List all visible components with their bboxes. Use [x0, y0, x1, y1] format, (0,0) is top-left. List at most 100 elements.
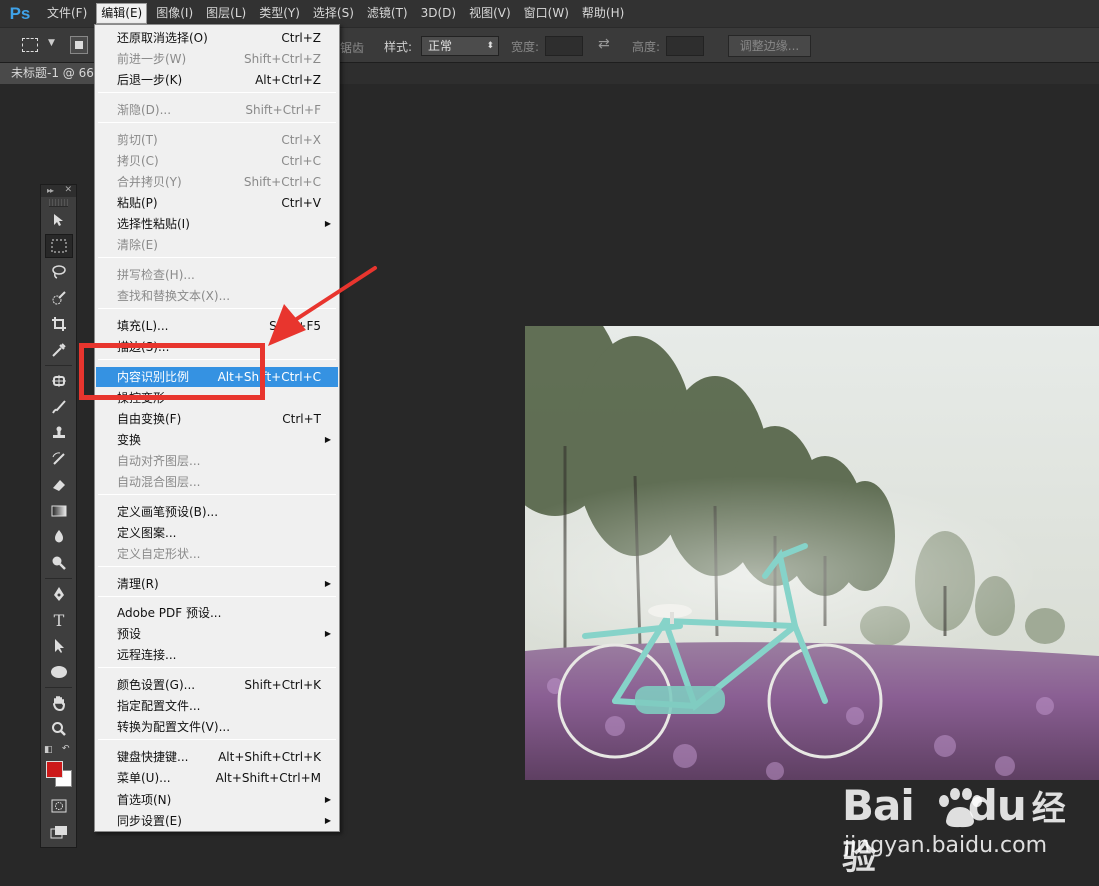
- default-colors-icon[interactable]: ◧: [44, 745, 53, 755]
- menu-3d[interactable]: 3D(D): [417, 3, 460, 24]
- menu-item-shortcut: Shift+Ctrl+K: [244, 678, 321, 692]
- menu-item-copy-merged[interactable]: 合并拷贝(Y) Shift+Ctrl+C: [96, 172, 338, 192]
- menu-item-presets[interactable]: 预设 ▶: [96, 624, 338, 644]
- menu-item-fill[interactable]: 填充(L)... Shift+F5: [96, 316, 338, 336]
- menu-item-convert-profile[interactable]: 转换为配置文件(V)...: [96, 717, 338, 737]
- menu-item-define-pattern[interactable]: 定义图案...: [96, 523, 338, 543]
- foreground-color[interactable]: [46, 761, 63, 778]
- menu-item-keyboard-shortcuts[interactable]: 键盘快捷键... Alt+Shift+Ctrl+K: [96, 747, 338, 767]
- eyedropper-icon[interactable]: [45, 338, 73, 362]
- menu-item-shortcut: Ctrl+V: [281, 196, 321, 210]
- move-icon[interactable]: [45, 208, 73, 232]
- menu-item-step-forward[interactable]: 前进一步(W) Shift+Ctrl+Z: [96, 49, 338, 69]
- menu-item-label: Adobe PDF 预设...: [117, 606, 222, 620]
- annotation-highlight-box: [79, 343, 265, 400]
- menu-type[interactable]: 类型(Y): [255, 3, 304, 24]
- menu-item-paste[interactable]: 粘贴(P) Ctrl+V: [96, 193, 338, 213]
- history-brush-icon[interactable]: [45, 447, 73, 471]
- menu-filter[interactable]: 滤镜(T): [363, 3, 412, 24]
- spot-heal-icon[interactable]: [45, 369, 73, 393]
- menu-item-spell-check[interactable]: 拼写检查(H)...: [96, 265, 338, 285]
- menu-help[interactable]: 帮助(H): [578, 3, 628, 24]
- path-select-icon[interactable]: [45, 634, 73, 658]
- menu-item-preferences[interactable]: 首选项(N) ▶: [96, 790, 338, 810]
- menu-item-copy[interactable]: 拷贝(C) Ctrl+C: [96, 151, 338, 171]
- menu-item-color-settings[interactable]: 颜色设置(G)... Shift+Ctrl+K: [96, 675, 338, 695]
- menu-item-transform[interactable]: 变换 ▶: [96, 430, 338, 450]
- menu-item-shortcut: Alt+Shift+Ctrl+M: [215, 771, 321, 785]
- menu-item-sync-settings[interactable]: 同步设置(E) ▶: [96, 811, 338, 831]
- swap-colors-icon[interactable]: ↶: [62, 744, 70, 754]
- menu-file[interactable]: 文件(F): [43, 3, 91, 24]
- menu-item-label: 填充(L)...: [117, 319, 169, 333]
- crop-icon[interactable]: [45, 312, 73, 336]
- document-tab[interactable]: 未标题-1 @ 66.: [0, 63, 100, 84]
- quick-select-icon[interactable]: [45, 286, 73, 310]
- menu-item-define-shape[interactable]: 定义自定形状...: [96, 544, 338, 564]
- menu-item-fade[interactable]: 渐隐(D)... Shift+Ctrl+F: [96, 100, 338, 120]
- menu-window[interactable]: 窗口(W): [520, 3, 573, 24]
- menu-item-assign-profile[interactable]: 指定配置文件...: [96, 696, 338, 716]
- marquee-icon[interactable]: [45, 234, 73, 258]
- stamp-icon[interactable]: [45, 421, 73, 445]
- menu-item-pdf-presets[interactable]: Adobe PDF 预设...: [96, 603, 338, 623]
- screen-mode-icon[interactable]: [45, 820, 73, 844]
- refine-edge-button[interactable]: 调整边缘...: [728, 35, 811, 57]
- menu-item-undo[interactable]: 还原取消选择(O) Ctrl+Z: [96, 28, 338, 48]
- menu-edit[interactable]: 编辑(E): [96, 3, 148, 24]
- close-icon[interactable]: ✕: [64, 185, 72, 195]
- zoom-icon[interactable]: [45, 717, 73, 741]
- quick-mask-icon[interactable]: [45, 794, 73, 818]
- ps-logo[interactable]: Ps: [2, 0, 38, 27]
- blur-icon[interactable]: [45, 525, 73, 549]
- menu-item-clear[interactable]: 清除(E): [96, 235, 338, 255]
- menu-item-shortcut: Ctrl+Z: [281, 31, 321, 45]
- gradient-icon[interactable]: [45, 499, 73, 523]
- menu-item-free-transform[interactable]: 自由变换(F) Ctrl+T: [96, 409, 338, 429]
- eraser-icon[interactable]: [45, 473, 73, 497]
- ellipse-icon[interactable]: [45, 660, 73, 684]
- menu-view[interactable]: 视图(V): [465, 3, 515, 24]
- menu-item-label: 合并拷贝(Y): [117, 175, 182, 189]
- menu-item-shortcut: Shift+Ctrl+C: [243, 175, 321, 189]
- menu-divider: [98, 308, 336, 309]
- menu-item-cut[interactable]: 剪切(T) Ctrl+X: [96, 130, 338, 150]
- menu-item-label: 定义自定形状...: [117, 547, 201, 561]
- menu-item-remote-connections[interactable]: 远程连接...: [96, 645, 338, 665]
- menu-select[interactable]: 选择(S): [309, 3, 358, 24]
- menu-item-label: 自动对齐图层...: [117, 454, 201, 468]
- lasso-icon[interactable]: [45, 260, 73, 284]
- chevron-down-icon[interactable]: ▼: [48, 38, 55, 48]
- menu-item-label: 同步设置(E): [117, 814, 182, 828]
- menu-layer[interactable]: 图层(L): [202, 3, 250, 24]
- submenu-arrow-icon: ▶: [324, 816, 331, 825]
- menu-item-step-backward[interactable]: 后退一步(K) Alt+Ctrl+Z: [96, 70, 338, 90]
- menu-image[interactable]: 图像(I): [152, 3, 197, 24]
- new-selection-icon[interactable]: [70, 36, 88, 54]
- height-label: 高度:: [632, 40, 661, 54]
- marquee-preset-icon[interactable]: [22, 38, 38, 52]
- dodge-icon[interactable]: [45, 551, 73, 575]
- pen-icon[interactable]: [45, 582, 73, 606]
- submenu-arrow-icon: ▶: [324, 795, 331, 804]
- menu-divider: [98, 566, 336, 567]
- menu-item-define-brush[interactable]: 定义画笔预设(B)...: [96, 502, 338, 522]
- menu-item-paste-special[interactable]: 选择性粘贴(I) ▶: [96, 214, 338, 234]
- brush-icon[interactable]: [45, 395, 73, 419]
- menu-item-find-replace[interactable]: 查找和替换文本(X)...: [96, 286, 338, 306]
- menu-item-auto-align[interactable]: 自动对齐图层...: [96, 451, 338, 471]
- type-icon[interactable]: T: [45, 608, 73, 632]
- drag-handle[interactable]: [49, 199, 68, 207]
- hand-icon[interactable]: [45, 691, 73, 715]
- menu-item-purge[interactable]: 清理(R) ▶: [96, 574, 338, 594]
- toolbox-header[interactable]: ▸▸ ✕: [41, 185, 76, 197]
- submenu-arrow-icon: ▶: [324, 435, 331, 444]
- style-select[interactable]: 正常 ⬍: [421, 36, 499, 56]
- menu-item-auto-blend[interactable]: 自动混合图层...: [96, 472, 338, 492]
- menu-item-label: 拷贝(C): [117, 154, 159, 168]
- menu-item-menus[interactable]: 菜单(U)... Alt+Shift+Ctrl+M: [96, 768, 338, 788]
- collapse-icon[interactable]: ▸▸: [47, 186, 54, 195]
- width-input[interactable]: [545, 36, 583, 56]
- swap-icon[interactable]: ⇄: [598, 36, 610, 52]
- height-input[interactable]: [666, 36, 704, 56]
